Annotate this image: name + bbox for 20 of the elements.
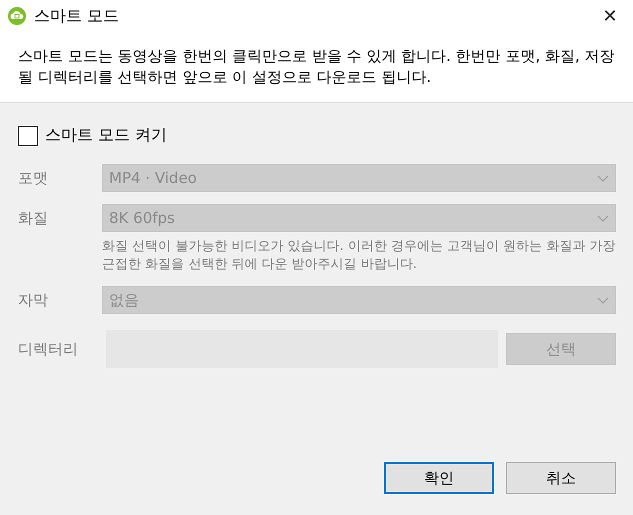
dropdown[interactable]: 없음	[102, 286, 616, 314]
close-button[interactable]: ✕	[587, 0, 633, 32]
checkbox-label: 스마트 모드 켜기	[45, 125, 168, 146]
browse-button[interactable]: 선택	[506, 333, 616, 365]
field-label: 자막	[18, 290, 49, 310]
dropdown-caret-icon	[597, 214, 609, 222]
description-text: 스마트 모드는 동영상을 한번의 클릭만으로 받을 수 있게 합니다. 한번만 포맷, 화질, 저장될 디렉터리를 선택하면 앞으로 이 설정으로 다운로드 됩니다.	[18, 46, 615, 88]
dropdown-caret-icon	[597, 296, 609, 304]
cancel-button[interactable]: 취소	[506, 462, 616, 494]
field-label: 포맷	[18, 168, 49, 188]
field-label: 화질	[18, 208, 49, 228]
field-label: 디렉터리	[18, 340, 79, 358]
smart-mode-checkbox[interactable]	[18, 126, 38, 146]
dropdown[interactable]: MP4 · Video	[102, 164, 616, 192]
window-title: 스마트 모드	[34, 6, 120, 26]
app-logo-icon	[8, 7, 26, 25]
ok-button[interactable]: 확인	[384, 462, 494, 494]
dropdown-caret-icon	[597, 174, 609, 182]
note-text: 화질 선택이 불가능한 비디오가 있습니다. 이러한 경우에는 고객님이 원하는 화질과 가장 근접한 화질을 선택한 뒤에 다운 받아주시길 바랍니다.	[102, 238, 616, 274]
dropdown[interactable]: 8K 60fps	[102, 204, 616, 232]
